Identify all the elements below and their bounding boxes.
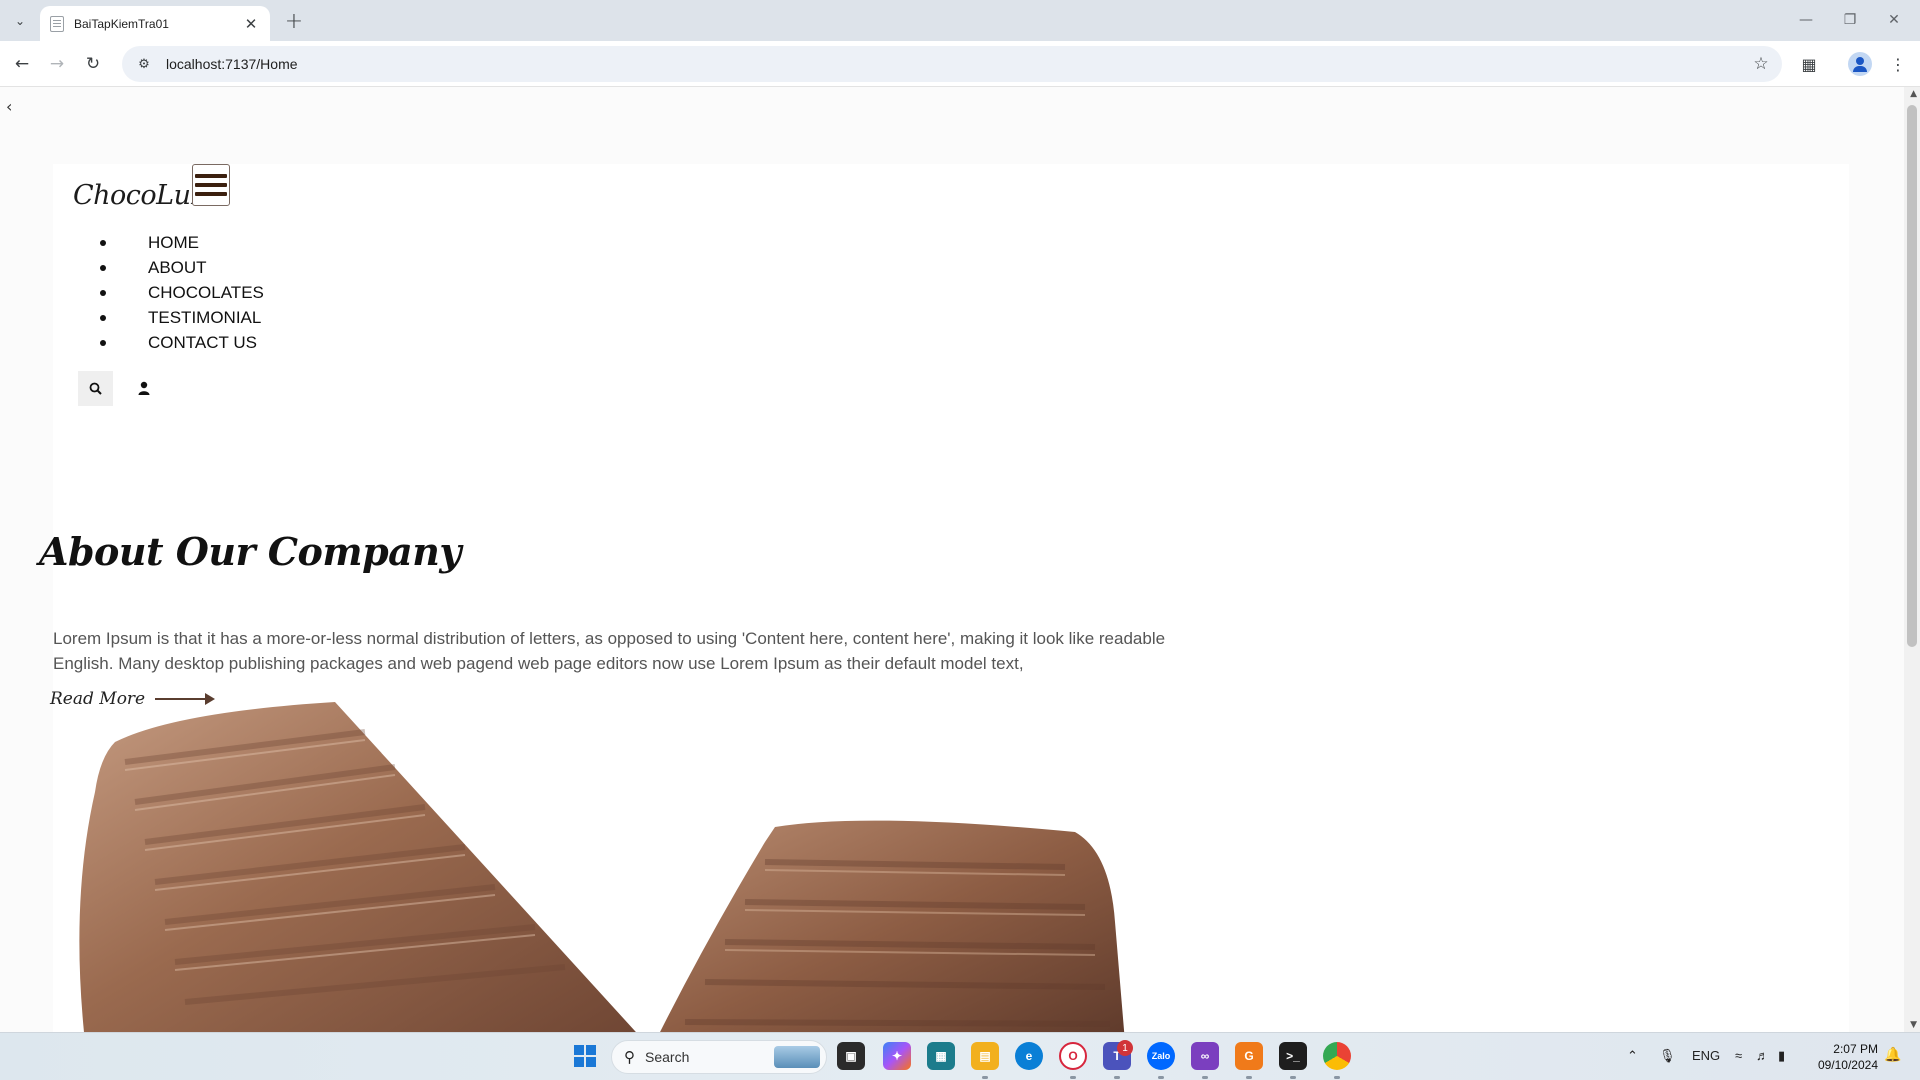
file-explorer-icon[interactable]: ▤ [971,1042,999,1070]
tab-close-icon[interactable]: ✕ [242,15,260,33]
about-heading: About Our Company [39,529,462,574]
page-viewport: ‹ ChocoLux HOME ABOUT CHOCOLATES TESTIMO… [0,87,1920,1032]
address-bar[interactable]: ⚙ localhost:7137/Home ☆ [122,46,1782,82]
search-icon: ⚲ [624,1049,635,1066]
nav-item-chocolates[interactable]: CHOCOLATES [53,280,264,305]
volume-icon[interactable]: ♬ [1756,1048,1769,1063]
running-indicator [982,1076,988,1079]
opera-icon[interactable]: O [1059,1042,1087,1070]
tab-title: BaiTapKiemTra01 [74,16,169,31]
wifi-icon[interactable]: ≈ [1735,1048,1742,1063]
site-logo[interactable]: ChocoLux [73,180,206,211]
zalo-icon[interactable]: Zalo [1147,1042,1175,1070]
window-close-icon[interactable]: ✕ [1872,6,1916,34]
running-indicator [1114,1076,1120,1079]
windows-start-icon[interactable] [574,1045,596,1067]
scroll-down-arrow-icon[interactable]: ▼ [1910,1020,1917,1030]
browser-toolbar: ← → ↻ ⚙ localhost:7137/Home ☆ ▦ ⋮ [0,41,1920,87]
taskbar-search-placeholder: Search [645,1049,690,1065]
main-nav: HOME ABOUT CHOCOLATES TESTIMONIAL CONTAC… [53,230,264,355]
tray-chevron-up-icon[interactable]: ⌃ [1627,1048,1638,1064]
browser-tab[interactable]: BaiTapKiemTra01 ✕ [40,6,270,41]
clock-time: 2:07 PM [1833,1042,1878,1056]
restore-icon[interactable]: ❐ [1828,6,1872,34]
notification-bell-icon[interactable]: 🔔 [1884,1047,1901,1063]
nav-item-home[interactable]: HOME [53,230,264,255]
new-tab-plus-icon[interactable]: + [280,7,308,35]
sublime-git-icon[interactable]: G [1235,1042,1263,1070]
edge-icon[interactable]: e [1015,1042,1043,1070]
bookmark-star-icon[interactable]: ☆ [1746,54,1776,74]
user-icon[interactable] [133,377,155,399]
page-favicon-icon [50,15,64,32]
running-indicator [1246,1076,1252,1079]
forward-arrow-icon[interactable]: → [42,49,72,79]
chrome-icon[interactable] [1323,1042,1351,1070]
visual-studio-icon[interactable]: ∞ [1191,1042,1219,1070]
copilot-icon[interactable]: ✦ [883,1042,911,1070]
page-scrollbar[interactable]: ▲ ▼ [1904,87,1920,1032]
about-paragraph: Lorem Ipsum is that it has a more-or-les… [53,629,1166,673]
site-info-icon[interactable]: ⚙ [134,57,154,72]
scroll-up-arrow-icon[interactable]: ▲ [1910,89,1917,99]
notification-badge: 1 [1117,1040,1133,1056]
running-indicator [1290,1076,1296,1079]
page-container: ChocoLux HOME ABOUT CHOCOLATES TESTIMONI… [39,164,1849,1032]
profile-avatar-icon[interactable] [1848,52,1872,76]
task-view-icon[interactable]: ▣ [837,1042,865,1070]
chocolate-bars-image [79,702,1125,1032]
browser-menu-kebab-icon[interactable]: ⋮ [1883,49,1913,79]
running-indicator [1158,1076,1164,1079]
running-indicator [1070,1076,1076,1079]
nav-item-testimonial[interactable]: TESTIMONIAL [53,305,264,330]
search-highlight-image [774,1046,820,1068]
hamburger-menu-button[interactable] [192,164,230,206]
microphone-muted-icon[interactable]: 🎙 [1659,1048,1676,1064]
url-text[interactable]: localhost:7137/Home [166,56,1746,72]
system-clock[interactable]: 2:07 PM 09/10/2024 [1812,1041,1878,1073]
scrollbar-thumb[interactable] [1907,105,1917,647]
arrow-right-icon [155,693,216,705]
browser-tab-bar: ⌄ BaiTapKiemTra01 ✕ + — ❐ ✕ [0,0,1920,41]
windows-taskbar: ⚲ Search ▣ ✦ ▦ ▤ e O T 1 Zalo ∞ G >_ ⌃ 🎙… [0,1032,1920,1080]
search-icon [89,382,102,395]
nav-item-about[interactable]: ABOUT [53,255,264,280]
tab-search-chevron-icon[interactable]: ⌄ [8,9,32,33]
store-icon[interactable]: ▦ [927,1042,955,1070]
reload-icon[interactable]: ↻ [78,49,108,79]
running-indicator [1202,1076,1208,1079]
battery-icon[interactable]: ▮ [1778,1048,1785,1064]
running-indicator [1334,1076,1340,1079]
language-indicator[interactable]: ENG [1692,1048,1720,1063]
minimize-icon[interactable]: — [1784,6,1828,34]
back-arrow-icon[interactable]: ← [7,49,37,79]
taskbar-search-box[interactable]: ⚲ Search [611,1040,827,1074]
clock-date: 09/10/2024 [1817,1058,1878,1072]
search-button[interactable] [78,371,113,406]
nav-item-contact-us[interactable]: CONTACT US [53,330,264,355]
terminal-icon[interactable]: >_ [1279,1042,1307,1070]
extensions-puzzle-icon[interactable]: ▦ [1794,49,1824,79]
chevron-left-icon[interactable]: ‹ [6,97,12,116]
